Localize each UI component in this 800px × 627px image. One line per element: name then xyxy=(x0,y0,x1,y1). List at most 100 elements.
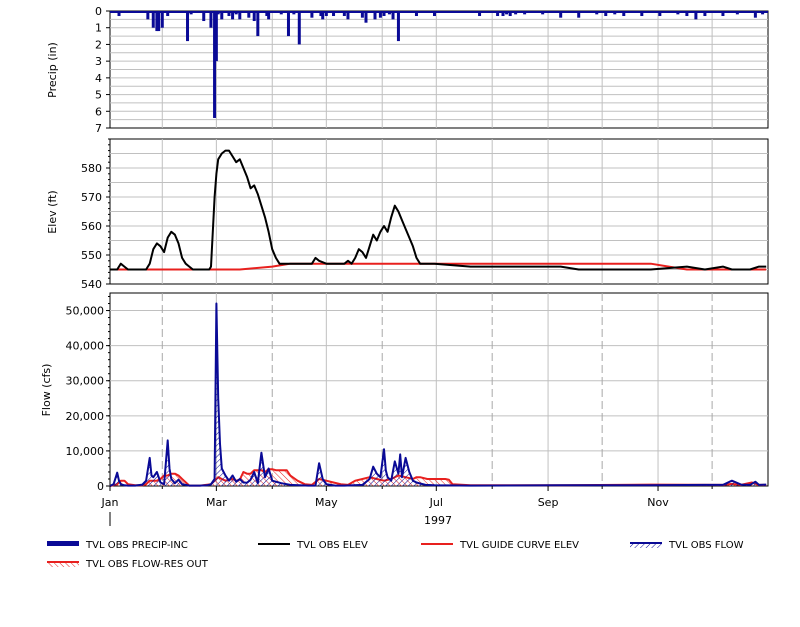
legend: TVL OBS PRECIP-INC TVL OBS ELEV TVL GUIDE … xyxy=(47,540,744,570)
precip-bar xyxy=(202,11,206,22)
precip-bar xyxy=(227,11,231,17)
precip-bar xyxy=(703,11,707,17)
precip-bar xyxy=(157,11,161,32)
precip-bar xyxy=(146,11,150,20)
precip-bar xyxy=(694,11,698,20)
precip-bar xyxy=(324,11,328,17)
precip-bar xyxy=(321,11,325,20)
year-label: 1997 xyxy=(424,514,452,527)
precip-bar xyxy=(613,11,617,15)
precip-bar xyxy=(234,11,238,15)
precip-bar xyxy=(658,11,662,17)
time-axis: Jan Mar May Jul Sep Nov 1997 xyxy=(101,486,713,527)
precip-bar xyxy=(586,11,590,13)
legend-item: TVL OBS ELEV xyxy=(258,540,368,551)
precip-bar xyxy=(342,11,346,17)
month-tick-label: Jul xyxy=(429,496,443,509)
precip-bar xyxy=(577,11,581,18)
precip-bar xyxy=(685,11,689,17)
precip-bar xyxy=(252,11,256,22)
precip-bar xyxy=(378,11,382,18)
precip-bar xyxy=(478,11,482,17)
elevation-tick-label: 570 xyxy=(81,191,102,204)
precip-bar xyxy=(423,11,427,13)
precip-bar xyxy=(505,11,509,15)
flow-tick-label: 0 xyxy=(97,480,104,493)
time-axis-ticks: Jan Mar May Jul Sep Nov xyxy=(101,486,713,509)
legend-item: TVL OBS FLOW-RES OUT xyxy=(47,559,209,570)
chart-svg: Precip (in) 0 1 2 3 4 5 6 7 Elev (ft) 5 4 0 550 560… xyxy=(40,5,769,570)
precip-bar xyxy=(160,11,164,28)
precip-bar xyxy=(387,11,391,15)
flow-tick-label: 40,000 xyxy=(66,340,105,353)
precip-panel: Precip (in) 0 1 2 3 4 5 6 7 xyxy=(46,5,769,135)
month-tick-label: Sep xyxy=(538,496,559,509)
precip-bar xyxy=(373,11,377,20)
precip-bar xyxy=(214,11,218,62)
precip-bar xyxy=(391,11,395,20)
precip-bar xyxy=(501,11,505,17)
precip-bar xyxy=(279,11,283,15)
precip-tick-label: 3 xyxy=(95,55,102,68)
precip-bar xyxy=(595,11,599,15)
precip-tick-label: 4 xyxy=(95,72,102,85)
precip-bar xyxy=(189,11,193,15)
flow-tick-label: 50,000 xyxy=(66,305,105,318)
month-tick-label: May xyxy=(315,496,338,509)
legend-item: TVL OBS PRECIP-INC xyxy=(47,540,188,551)
precip-bar xyxy=(267,11,271,20)
precip-bar xyxy=(297,11,301,45)
precip-bar xyxy=(310,11,314,18)
elevation-axis-label: Elev (ft) xyxy=(46,190,59,233)
precip-tick-label: 1 xyxy=(95,22,102,35)
precip-bar xyxy=(514,11,518,15)
precip-bar xyxy=(332,11,336,17)
precip-bar xyxy=(508,11,512,17)
precip-bar xyxy=(186,11,190,42)
precip-bar xyxy=(130,11,134,13)
precip-bar xyxy=(523,11,527,15)
precip-bar xyxy=(166,11,170,17)
precip-bar xyxy=(247,11,251,18)
legend-item: TVL GUIDE CURVE ELEV xyxy=(421,540,579,551)
flow-plot-frame xyxy=(109,292,769,487)
precip-bar xyxy=(209,11,213,28)
precip-bar xyxy=(676,11,680,15)
legend-item: TVL OBS FLOW xyxy=(630,540,744,551)
elevation-tick-label: 560 xyxy=(81,220,102,233)
precip-tick-label: 5 xyxy=(95,89,102,102)
precip-bar xyxy=(541,11,545,15)
legend-label: TVL OBS FLOW xyxy=(668,540,744,551)
precip-bar xyxy=(735,11,739,15)
elevation-y-ticks: 540 550 560 570 580 xyxy=(81,138,110,291)
precip-bar xyxy=(432,11,436,17)
precip-bar xyxy=(256,11,260,37)
precip-bar xyxy=(382,11,386,17)
precip-bar xyxy=(292,11,296,15)
flow-tick-label: 20,000 xyxy=(66,410,105,423)
legend-label: TVL OBS PRECIP-INC xyxy=(85,540,188,551)
precip-bar xyxy=(396,11,400,42)
precip-tick-label: 0 xyxy=(95,5,102,18)
precip-bar xyxy=(360,11,364,18)
precip-tick-label: 7 xyxy=(95,122,102,135)
precip-bar xyxy=(496,11,500,17)
precip-bar xyxy=(721,11,725,17)
precip-tick-label: 2 xyxy=(95,38,102,51)
month-tick-label: Nov xyxy=(647,496,669,509)
precip-bar xyxy=(739,11,743,13)
precip-tick-label: 6 xyxy=(95,105,102,118)
precip-bar xyxy=(604,11,608,17)
precip-bar xyxy=(761,11,765,15)
elevation-tick-label: 550 xyxy=(81,249,102,262)
precip-bar xyxy=(117,11,121,17)
flow-panel: Flow (cfs) 0 10,000 20,000 30,000 40,000 50,0… xyxy=(40,292,769,493)
precip-y-ticks: 0 1 2 3 4 5 6 7 xyxy=(95,5,110,135)
precip-axis-label: Precip (in) xyxy=(46,42,59,98)
precip-bar xyxy=(753,11,757,18)
precip-bar xyxy=(238,11,242,20)
precip-bar xyxy=(640,11,644,17)
precip-bar xyxy=(286,11,290,37)
precip-bar xyxy=(220,11,224,20)
flow-tick-label: 10,000 xyxy=(66,445,105,458)
